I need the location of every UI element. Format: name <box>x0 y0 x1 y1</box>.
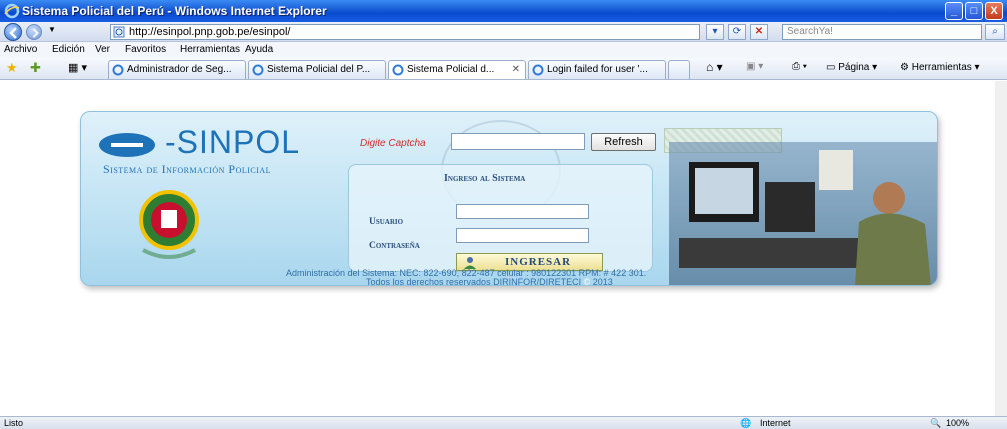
quick-tabs-icon[interactable]: ▦ ▾ <box>68 61 87 74</box>
search-placeholder: SearchYa! <box>787 26 833 37</box>
page-menu-label: Página <box>838 62 870 73</box>
login-title: Ingreso al Sistema <box>444 173 526 184</box>
internet-zone-icon: 🌐 <box>740 418 752 428</box>
home-icon[interactable]: ⌂ ▾ <box>706 60 723 74</box>
user-input[interactable] <box>456 204 589 219</box>
menu-archivo[interactable]: Archivo <box>4 44 37 55</box>
search-icon[interactable]: ⌕ <box>985 24 1005 40</box>
tab-sistema-policial-1[interactable]: Sistema Policial del P... <box>248 60 386 79</box>
new-tab-button[interactable] <box>668 60 690 79</box>
password-label: Contraseña <box>369 241 420 251</box>
tab-label: Login failed for user '... <box>547 64 648 75</box>
url-text: http://esinpol.pnp.gob.pe/esinpol/ <box>129 26 291 38</box>
footer-year: 2013 <box>592 277 613 286</box>
menu-herramientas[interactable]: Herramientas <box>180 44 240 55</box>
copyright-icon: © <box>583 277 591 286</box>
back-arrow-icon <box>9 27 17 39</box>
footer-copyright: Todos los derechos reservados DIRINFOR/D… <box>366 277 613 286</box>
tab-label: Sistema Policial d... <box>407 64 495 75</box>
minimize-button[interactable]: _ <box>945 2 963 20</box>
ie-page-icon <box>392 64 404 76</box>
page-icon <box>113 26 125 38</box>
password-input[interactable] <box>456 228 589 243</box>
search-field[interactable]: SearchYa! <box>782 24 982 40</box>
ie-page-icon <box>112 64 124 76</box>
login-submit-label: INGRESAR <box>505 256 572 268</box>
tab-login-failed[interactable]: Login failed for user '... <box>528 60 666 79</box>
forward-arrow-icon <box>32 28 39 38</box>
ie-page-icon <box>532 64 544 76</box>
sinpol-logo-icon <box>99 133 155 157</box>
tab-sistema-policial-active[interactable]: Sistema Policial d... ✕ <box>388 60 526 79</box>
captcha-label: Digite Captcha <box>360 138 426 149</box>
menu-ver[interactable]: Ver <box>95 44 110 55</box>
menu-bar: Archivo Edición Ver Favoritos Herramient… <box>0 42 1007 58</box>
status-text: Listo <box>4 418 24 428</box>
tab-label: Sistema Policial del P... <box>267 64 371 75</box>
zoom-icon[interactable]: 🔍 <box>930 418 941 429</box>
add-favorites-icon[interactable]: ✚ <box>30 60 41 76</box>
feeds-icon[interactable]: ▣ ▾ <box>746 61 763 72</box>
zone-label: Internet <box>760 418 791 428</box>
officer-photo <box>669 142 937 285</box>
address-bar: ▼ http://esinpol.pnp.gob.pe/esinpol/ ▾ ⟳… <box>0 22 1007 42</box>
ie-logo-icon <box>4 3 20 19</box>
recent-pages-dropdown-icon[interactable]: ▼ <box>48 25 56 34</box>
tools-menu-button[interactable]: ⚙ Herramientas ▾ <box>900 62 980 73</box>
print-icon[interactable]: ⎙ ▾ <box>792 61 807 72</box>
brand-subtitle: Sistema de Información Policial <box>103 162 272 176</box>
zoom-level[interactable]: 100% <box>946 418 969 428</box>
status-bar: Listo 🌐 Internet 🔍 100% <box>0 416 1007 429</box>
login-panel: -SINPOL Sistema de Información Policial … <box>80 111 938 286</box>
captcha-input[interactable] <box>451 133 585 150</box>
forward-button[interactable] <box>26 24 42 40</box>
tab-bar: ★ ✚ ▦ ▾ Administrador de Seg... Sistema … <box>0 58 1007 80</box>
page-content: -SINPOL Sistema de Información Policial … <box>0 81 1007 416</box>
footer-rights: Todos los derechos reservados DIRINFOR/D… <box>366 277 582 286</box>
url-dropdown-button[interactable]: ▾ <box>706 24 724 40</box>
brand-title: -SINPOL <box>165 124 301 160</box>
tab-administrador[interactable]: Administrador de Seg... <box>108 60 246 79</box>
back-button[interactable] <box>4 23 22 41</box>
ie-page-icon <box>252 64 264 76</box>
refresh-page-button[interactable]: ⟳ <box>728 24 746 40</box>
user-label: Usuario <box>369 217 404 227</box>
menu-ayuda[interactable]: Ayuda <box>245 44 273 55</box>
menu-favoritos[interactable]: Favoritos <box>125 44 166 55</box>
favorites-star-icon[interactable]: ★ <box>6 60 18 76</box>
url-field[interactable]: http://esinpol.pnp.gob.pe/esinpol/ <box>110 24 700 40</box>
window-title-bar: Sistema Policial del Perú - Windows Inte… <box>0 0 1007 22</box>
stop-button[interactable]: ✕ <box>750 24 768 40</box>
refresh-captcha-button[interactable]: Refresh <box>591 133 656 151</box>
maximize-button[interactable]: □ <box>965 2 983 20</box>
menu-edicion[interactable]: Edición <box>52 44 85 55</box>
vertical-scrollbar[interactable] <box>995 81 1007 416</box>
login-box: Ingreso al Sistema Usuario Contraseña IN… <box>348 164 653 272</box>
close-button[interactable]: X <box>985 2 1003 20</box>
police-crest-icon <box>139 190 199 259</box>
tab-label: Administrador de Seg... <box>127 64 232 75</box>
tab-close-icon[interactable]: ✕ <box>512 61 520 78</box>
page-menu-button[interactable]: ▭ Página ▾ <box>826 62 877 73</box>
window-title: Sistema Policial del Perú - Windows Inte… <box>22 4 327 18</box>
tools-menu-label: Herramientas <box>911 62 972 73</box>
